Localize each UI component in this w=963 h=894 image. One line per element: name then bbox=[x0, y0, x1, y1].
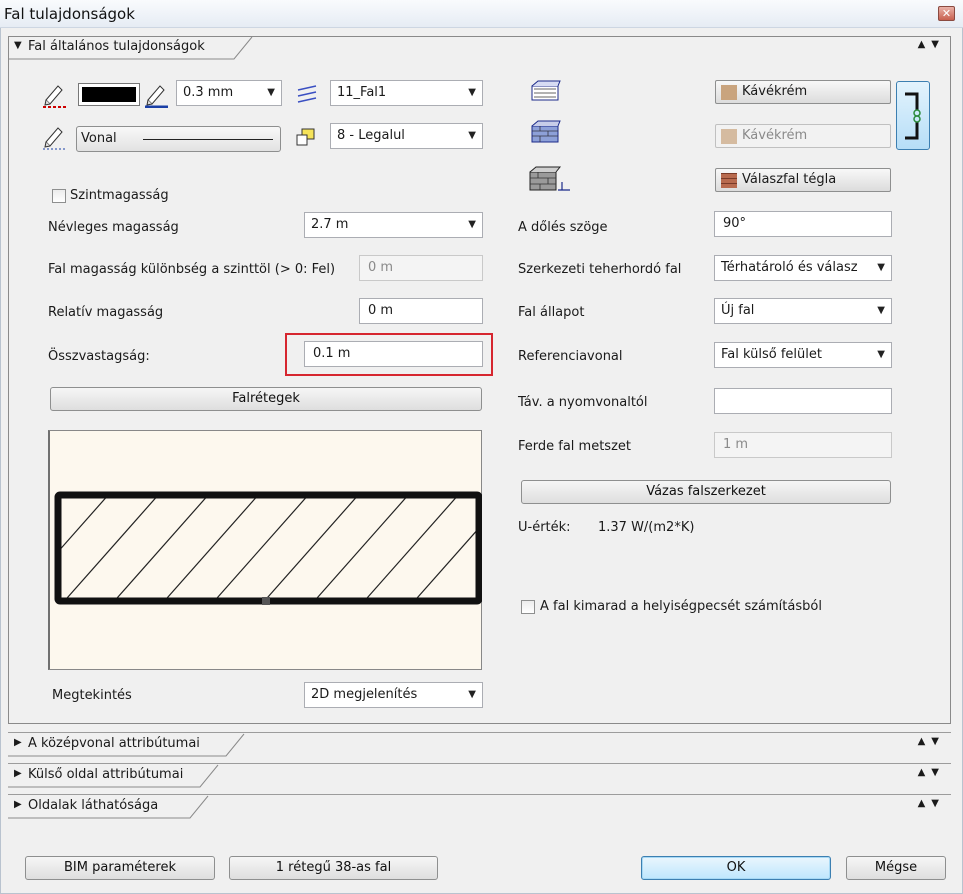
line-type-icon bbox=[43, 127, 66, 150]
close-icon: ✕ bbox=[941, 7, 952, 20]
line-type-button[interactable]: Vonal bbox=[76, 126, 281, 152]
wall-section-drawing bbox=[54, 491, 483, 605]
cancel-button[interactable]: Mégse bbox=[846, 856, 946, 880]
state-combo[interactable]: Új fal ▼ bbox=[714, 298, 892, 324]
pen-thickness-icon bbox=[145, 85, 168, 108]
reference-value: Fal külső felület bbox=[721, 347, 822, 362]
top-surface-icon bbox=[531, 80, 561, 101]
view-value: 2D megjelenítés bbox=[311, 687, 418, 702]
chevron-down-icon: ▼ bbox=[877, 349, 885, 360]
brick-swatch bbox=[721, 173, 737, 188]
state-label: Fal állapot bbox=[518, 305, 585, 320]
tilt-field[interactable]: 90° bbox=[714, 211, 892, 237]
nominal-height-combo[interactable]: 2.7 m ▼ bbox=[304, 212, 483, 238]
u-value-label: U-érték: bbox=[518, 520, 571, 535]
relative-height-label: Relatív magasság bbox=[48, 305, 164, 320]
section-material-button[interactable]: Válaszfal tégla bbox=[715, 168, 891, 192]
top-material-button[interactable]: Kávékrém bbox=[715, 80, 891, 104]
section-header-general[interactable]: ▼ Fal általános tulajdonságok ▲▼ bbox=[8, 36, 951, 60]
level-height-label: Szintmagasság bbox=[70, 188, 169, 203]
reference-label: Referenciavonal bbox=[518, 349, 623, 364]
exclude-room-stamp-checkbox[interactable] bbox=[521, 600, 535, 614]
section-header-outer[interactable]: ▶ Külső oldal attribútumai ▲▼ bbox=[8, 763, 951, 788]
distance-label: Táv. a nyomvonaltól bbox=[518, 395, 648, 410]
total-thickness-label: Összvastagság: bbox=[48, 349, 150, 364]
oblique-field[interactable]: 1 m bbox=[714, 432, 892, 458]
chevron-down-icon: ▼ bbox=[468, 130, 476, 141]
layer-combo[interactable]: 11_Fal1 ▼ bbox=[330, 80, 483, 106]
chevron-down-icon: ▼ bbox=[468, 219, 476, 230]
window-title: Fal tulajdonságok bbox=[4, 5, 135, 23]
tilt-label: A dőlés szöge bbox=[518, 220, 608, 235]
chevron-down-icon: ▼ bbox=[267, 87, 275, 98]
priority-icon bbox=[296, 128, 315, 146]
collapse-arrows-icon[interactable]: ▲▼ bbox=[918, 39, 945, 50]
ok-button[interactable]: OK bbox=[641, 856, 831, 880]
section-header-centerline[interactable]: ▶ A középvonal attribútumai ▲▼ bbox=[8, 732, 951, 757]
top-material-label: Kávékrém bbox=[742, 84, 808, 99]
link-materials-button[interactable] bbox=[896, 81, 930, 150]
distance-field[interactable] bbox=[714, 388, 892, 414]
pen-thickness-combo[interactable]: 0.3 mm ▼ bbox=[176, 80, 282, 106]
nominal-height-label: Névleges magasság bbox=[48, 220, 179, 235]
coffee-cream-swatch bbox=[721, 85, 737, 100]
height-diff-label: Fal magasság különbség a szinttöl (> 0: … bbox=[48, 262, 336, 277]
relative-height-field[interactable]: 0 m bbox=[359, 298, 483, 324]
section-material-label: Válaszfal tégla bbox=[742, 172, 837, 187]
chevron-down-icon: ▼ bbox=[877, 305, 885, 316]
framed-wall-button[interactable]: Vázas falszerkezet bbox=[521, 480, 891, 504]
pen-color-swatch[interactable] bbox=[78, 83, 140, 106]
highlight-box bbox=[285, 333, 493, 376]
line-type-value: Vonal bbox=[81, 131, 117, 146]
coffee-cream-swatch bbox=[721, 129, 737, 144]
close-button[interactable]: ✕ bbox=[938, 6, 955, 21]
chevron-down-icon: ▼ bbox=[468, 689, 476, 700]
wall-layers-button[interactable]: Falrétegek bbox=[50, 387, 482, 411]
chain-link-icon bbox=[905, 92, 921, 140]
chevron-down-icon: ▼ bbox=[873, 256, 885, 280]
view-label: Megtekintés bbox=[52, 688, 132, 703]
level-height-checkbox[interactable] bbox=[52, 189, 66, 203]
structural-label: Szerkezeti teherhordó fal bbox=[518, 262, 682, 277]
exclude-room-stamp-label: A fal kimarad a helyiségpecsét számításb… bbox=[540, 599, 822, 614]
layer-value: 11_Fal1 bbox=[337, 85, 387, 100]
pen-color-icon bbox=[43, 85, 66, 108]
structural-combo[interactable]: Térhatároló és válasz ▼ bbox=[714, 255, 892, 281]
section-header-visibility[interactable]: ▶ Oldalak láthatósága ▲▼ bbox=[8, 794, 951, 819]
title-bar: Fal tulajdonságok ✕ bbox=[0, 0, 963, 28]
nominal-height-value: 2.7 m bbox=[311, 217, 349, 232]
priority-value: 8 - Legalul bbox=[337, 128, 405, 143]
side-material-label: Kávékrém bbox=[742, 128, 808, 143]
line-sample bbox=[143, 139, 273, 140]
wall-preview bbox=[48, 430, 483, 670]
u-value: 1.37 W/(m2*K) bbox=[598, 520, 695, 535]
collapse-arrows-icon[interactable]: ▲▼ bbox=[918, 798, 945, 809]
chevron-down-icon: ▼ bbox=[468, 87, 476, 98]
priority-combo[interactable]: 8 - Legalul ▼ bbox=[330, 123, 483, 149]
section-surface-icon bbox=[529, 166, 570, 191]
structural-value: Térhatároló és válasz bbox=[721, 260, 858, 275]
view-combo[interactable]: 2D megjelenítés ▼ bbox=[304, 682, 483, 708]
bim-parameters-button[interactable]: BIM paraméterek bbox=[25, 856, 215, 880]
side-material-button[interactable]: Kávékrém bbox=[715, 124, 891, 148]
side-surface-icon bbox=[531, 120, 561, 143]
state-value: Új fal bbox=[721, 303, 755, 318]
wall-type-button[interactable]: 1 rétegű 38-as fal bbox=[229, 856, 438, 880]
height-diff-field[interactable]: 0 m bbox=[359, 255, 483, 281]
layer-icon bbox=[297, 85, 317, 103]
section-tab-outline bbox=[8, 733, 245, 757]
reference-combo[interactable]: Fal külső felület ▼ bbox=[714, 342, 892, 368]
pen-thickness-value: 0.3 mm bbox=[183, 85, 234, 100]
section-tab-outline bbox=[8, 36, 253, 60]
collapse-arrows-icon[interactable]: ▲▼ bbox=[918, 736, 945, 747]
oblique-label: Ferde fal metszet bbox=[518, 439, 632, 454]
section-tab-outline bbox=[8, 795, 209, 819]
collapse-arrows-icon[interactable]: ▲▼ bbox=[918, 767, 945, 778]
section-tab-outline bbox=[8, 764, 219, 788]
